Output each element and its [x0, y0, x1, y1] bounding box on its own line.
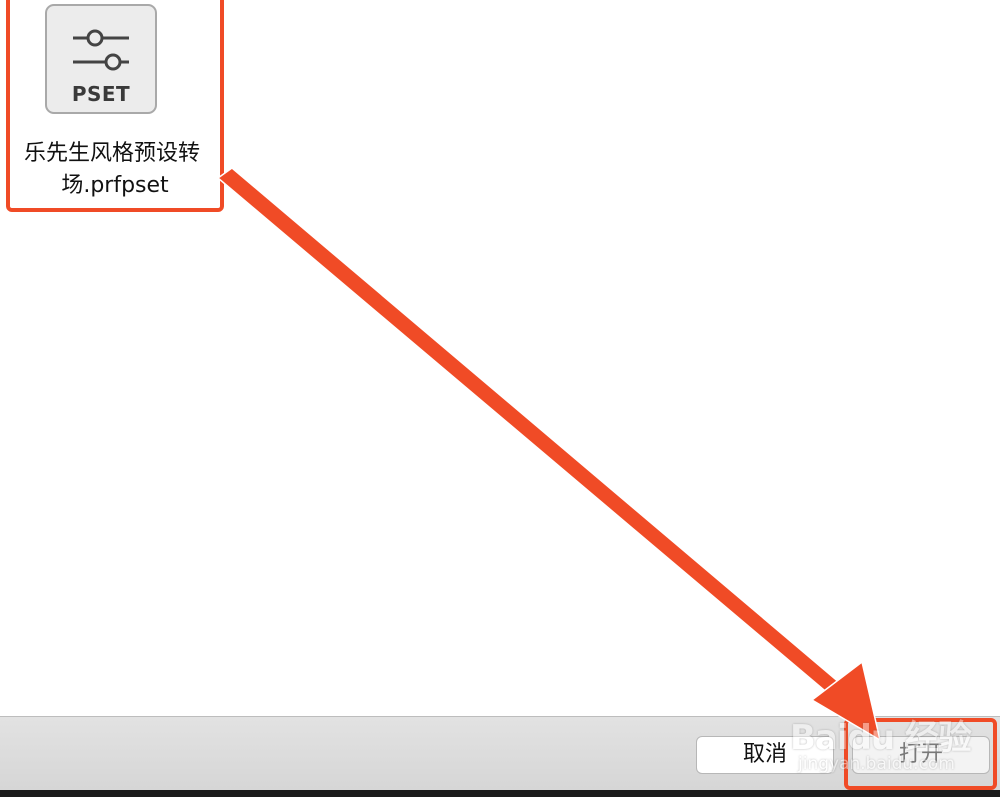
open-file-dialog: PSET 乐先生风格预设转 场.prfpset 取消 打开 Baidu 经验 j… — [0, 0, 1000, 797]
annotation-arrow — [216, 167, 882, 742]
baidu-watermark: Baidu 经验 jingyan.baidu.com — [760, 700, 1000, 780]
watermark-logo: Baidu 经验 — [790, 718, 972, 758]
arrow-shaft — [216, 167, 862, 714]
watermark-url: jingyan.baidu.com — [798, 754, 955, 774]
